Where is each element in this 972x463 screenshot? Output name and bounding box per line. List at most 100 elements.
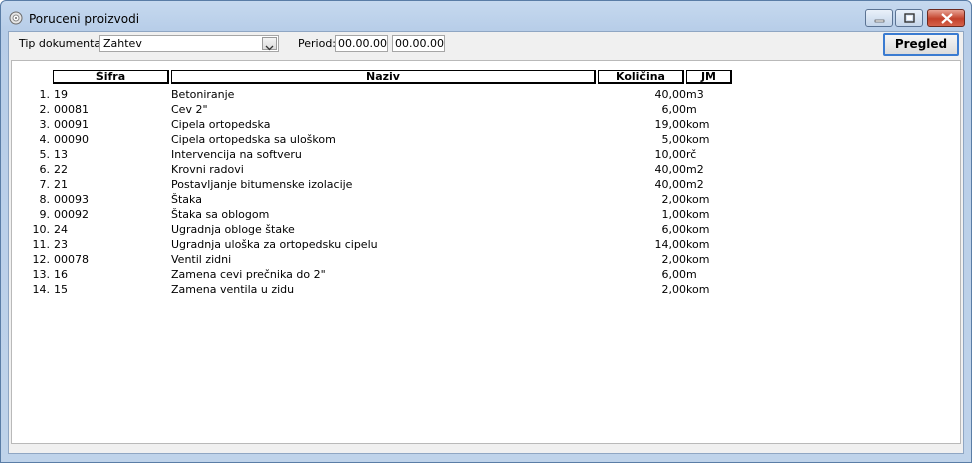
cell-sifra: 23 xyxy=(54,238,68,251)
cell-sifra: 13 xyxy=(54,148,68,161)
column-header-kolicina[interactable]: Količina xyxy=(598,70,684,84)
cell-sifra: 22 xyxy=(54,163,68,176)
table-row[interactable]: 4. 00090 Cipela ortopedska sa uloškom 5,00 k… xyxy=(12,133,958,148)
dropdown-button[interactable] xyxy=(262,37,277,51)
cell-sifra: 19 xyxy=(54,88,68,101)
cell-kolicina: 6,00 xyxy=(661,223,687,236)
cell-jm: kom xyxy=(686,193,710,206)
cell-kolicina: 19,00 xyxy=(654,118,687,131)
table-row[interactable]: 12. 00078 Ventil zidni 2,00 kom xyxy=(12,253,958,268)
cell-sifra: 24 xyxy=(54,223,68,236)
app-window: Poruceni proizvodi Tip dokumenta: Zahtev… xyxy=(0,0,972,463)
restore-icon xyxy=(904,13,915,23)
column-header-naziv[interactable]: Naziv xyxy=(171,70,596,84)
cell-jm: m xyxy=(686,268,697,281)
cell-jm: m2 xyxy=(686,163,704,176)
row-number: 6. xyxy=(39,163,51,176)
cell-sifra: 00092 xyxy=(54,208,89,221)
row-number: 12. xyxy=(32,253,51,266)
table-row[interactable]: 11. 23 Ugradnja uloška za ortopedsku cipel… xyxy=(12,238,958,253)
cell-naziv: Betoniranje xyxy=(171,88,235,101)
cell-kolicina: 2,00 xyxy=(661,253,687,266)
cell-kolicina: 40,00 xyxy=(654,88,687,101)
cell-naziv: Cipela ortopedska xyxy=(171,118,271,131)
cell-jm: kom xyxy=(686,133,710,146)
cell-jm: m2 xyxy=(686,178,704,191)
pregled-button[interactable]: Pregled xyxy=(883,33,959,56)
cell-kolicina: 1,00 xyxy=(661,208,687,221)
row-number: 2. xyxy=(39,103,51,116)
cell-naziv: Cev 2" xyxy=(171,103,208,116)
chevron-down-icon xyxy=(265,45,274,51)
window-title: Poruceni proizvodi xyxy=(29,12,140,26)
close-button[interactable] xyxy=(927,9,965,27)
cell-jm: kom xyxy=(686,238,710,251)
cell-naziv: Štaka sa oblogom xyxy=(171,208,270,221)
close-icon xyxy=(941,13,953,24)
cell-kolicina: 6,00 xyxy=(661,268,687,281)
period-from-input[interactable]: 00.00.00 xyxy=(335,35,388,52)
cell-kolicina: 2,00 xyxy=(661,193,687,206)
row-number: 14. xyxy=(32,283,51,296)
row-number: 1. xyxy=(39,88,51,101)
cell-jm: kom xyxy=(686,253,710,266)
tip-dokumenta-label: Tip dokumenta: xyxy=(19,37,105,50)
row-number: 13. xyxy=(32,268,51,281)
column-header-jm[interactable]: JM xyxy=(686,70,732,84)
cell-kolicina: 2,00 xyxy=(661,283,687,296)
title-bar[interactable]: Poruceni proizvodi xyxy=(1,1,971,31)
cell-jm: rč xyxy=(686,148,697,161)
table-row[interactable]: 3. 00091 Cipela ortopedska 19,00 kom xyxy=(12,118,958,133)
period-label: Period: xyxy=(298,37,337,50)
cell-naziv: Postavljanje bitumenske izolacije xyxy=(171,178,353,191)
cell-jm: kom xyxy=(686,118,710,131)
tip-dokumenta-select[interactable]: Zahtev xyxy=(99,35,279,52)
cell-kolicina: 40,00 xyxy=(654,178,687,191)
cell-sifra: 21 xyxy=(54,178,68,191)
cell-jm: m3 xyxy=(686,88,704,101)
cell-sifra: 00078 xyxy=(54,253,89,266)
cell-sifra: 00091 xyxy=(54,118,89,131)
table-row[interactable]: 8. 00093 Štaka 2,00 kom xyxy=(12,193,958,208)
cell-naziv: Ugradnja uloška za ortopedsku cipelu xyxy=(171,238,378,251)
cell-sifra: 00093 xyxy=(54,193,89,206)
cell-sifra: 00081 xyxy=(54,103,89,116)
cell-sifra: 16 xyxy=(54,268,68,281)
cell-jm: kom xyxy=(686,223,710,236)
period-to-input[interactable]: 00.00.00 xyxy=(392,35,445,52)
column-header-sifra[interactable]: Šifra xyxy=(53,70,169,84)
table-row[interactable]: 6. 22 Krovni radovi 40,00 m2 xyxy=(12,163,958,178)
row-number: 4. xyxy=(39,133,51,146)
row-number: 3. xyxy=(39,118,51,131)
app-icon xyxy=(9,11,23,25)
minimize-button[interactable] xyxy=(865,9,893,27)
cell-kolicina: 40,00 xyxy=(654,163,687,176)
table-row[interactable]: 14. 15 Zamena ventila u zidu 2,00 kom xyxy=(12,283,958,298)
cell-jm: kom xyxy=(686,208,710,221)
table-row[interactable]: 9. 00092 Štaka sa oblogom 1,00 kom xyxy=(12,208,958,223)
cell-kolicina: 10,00 xyxy=(654,148,687,161)
row-number: 8. xyxy=(39,193,51,206)
table-row[interactable]: 7. 21 Postavljanje bitumenske izolacije 40,… xyxy=(12,178,958,193)
cell-naziv: Zamena ventila u zidu xyxy=(171,283,295,296)
table-row[interactable]: 5. 13 Intervencija na softveru 10,00 rč xyxy=(12,148,958,163)
table-row[interactable]: 10. 24 Ugradnja obloge štake 6,00 kom xyxy=(12,223,958,238)
cell-naziv: Ventil zidni xyxy=(171,253,232,266)
cell-naziv: Štaka xyxy=(171,193,202,206)
row-number: 5. xyxy=(39,148,51,161)
cell-sifra: 15 xyxy=(54,283,68,296)
cell-jm: kom xyxy=(686,283,710,296)
table-row[interactable]: 1. 19 Betoniranje 40,00 m3 xyxy=(12,88,958,103)
minimize-icon xyxy=(874,19,885,23)
cell-jm: m xyxy=(686,103,697,116)
restore-button[interactable] xyxy=(895,9,923,27)
row-number: 9. xyxy=(39,208,51,221)
table-row[interactable]: 2. 00081 Cev 2" 6,00 m xyxy=(12,103,958,118)
table-row[interactable]: 13. 16 Zamena cevi prečnika do 2" 6,00 m xyxy=(12,268,958,283)
row-number: 7. xyxy=(39,178,51,191)
row-number: 10. xyxy=(32,223,51,236)
results-table[interactable]: Šifra Naziv Količina JM 1. 19 Betoniranje 4… xyxy=(11,60,961,444)
cell-naziv: Zamena cevi prečnika do 2" xyxy=(171,268,326,281)
cell-kolicina: 6,00 xyxy=(661,103,687,116)
cell-kolicina: 14,00 xyxy=(654,238,687,251)
